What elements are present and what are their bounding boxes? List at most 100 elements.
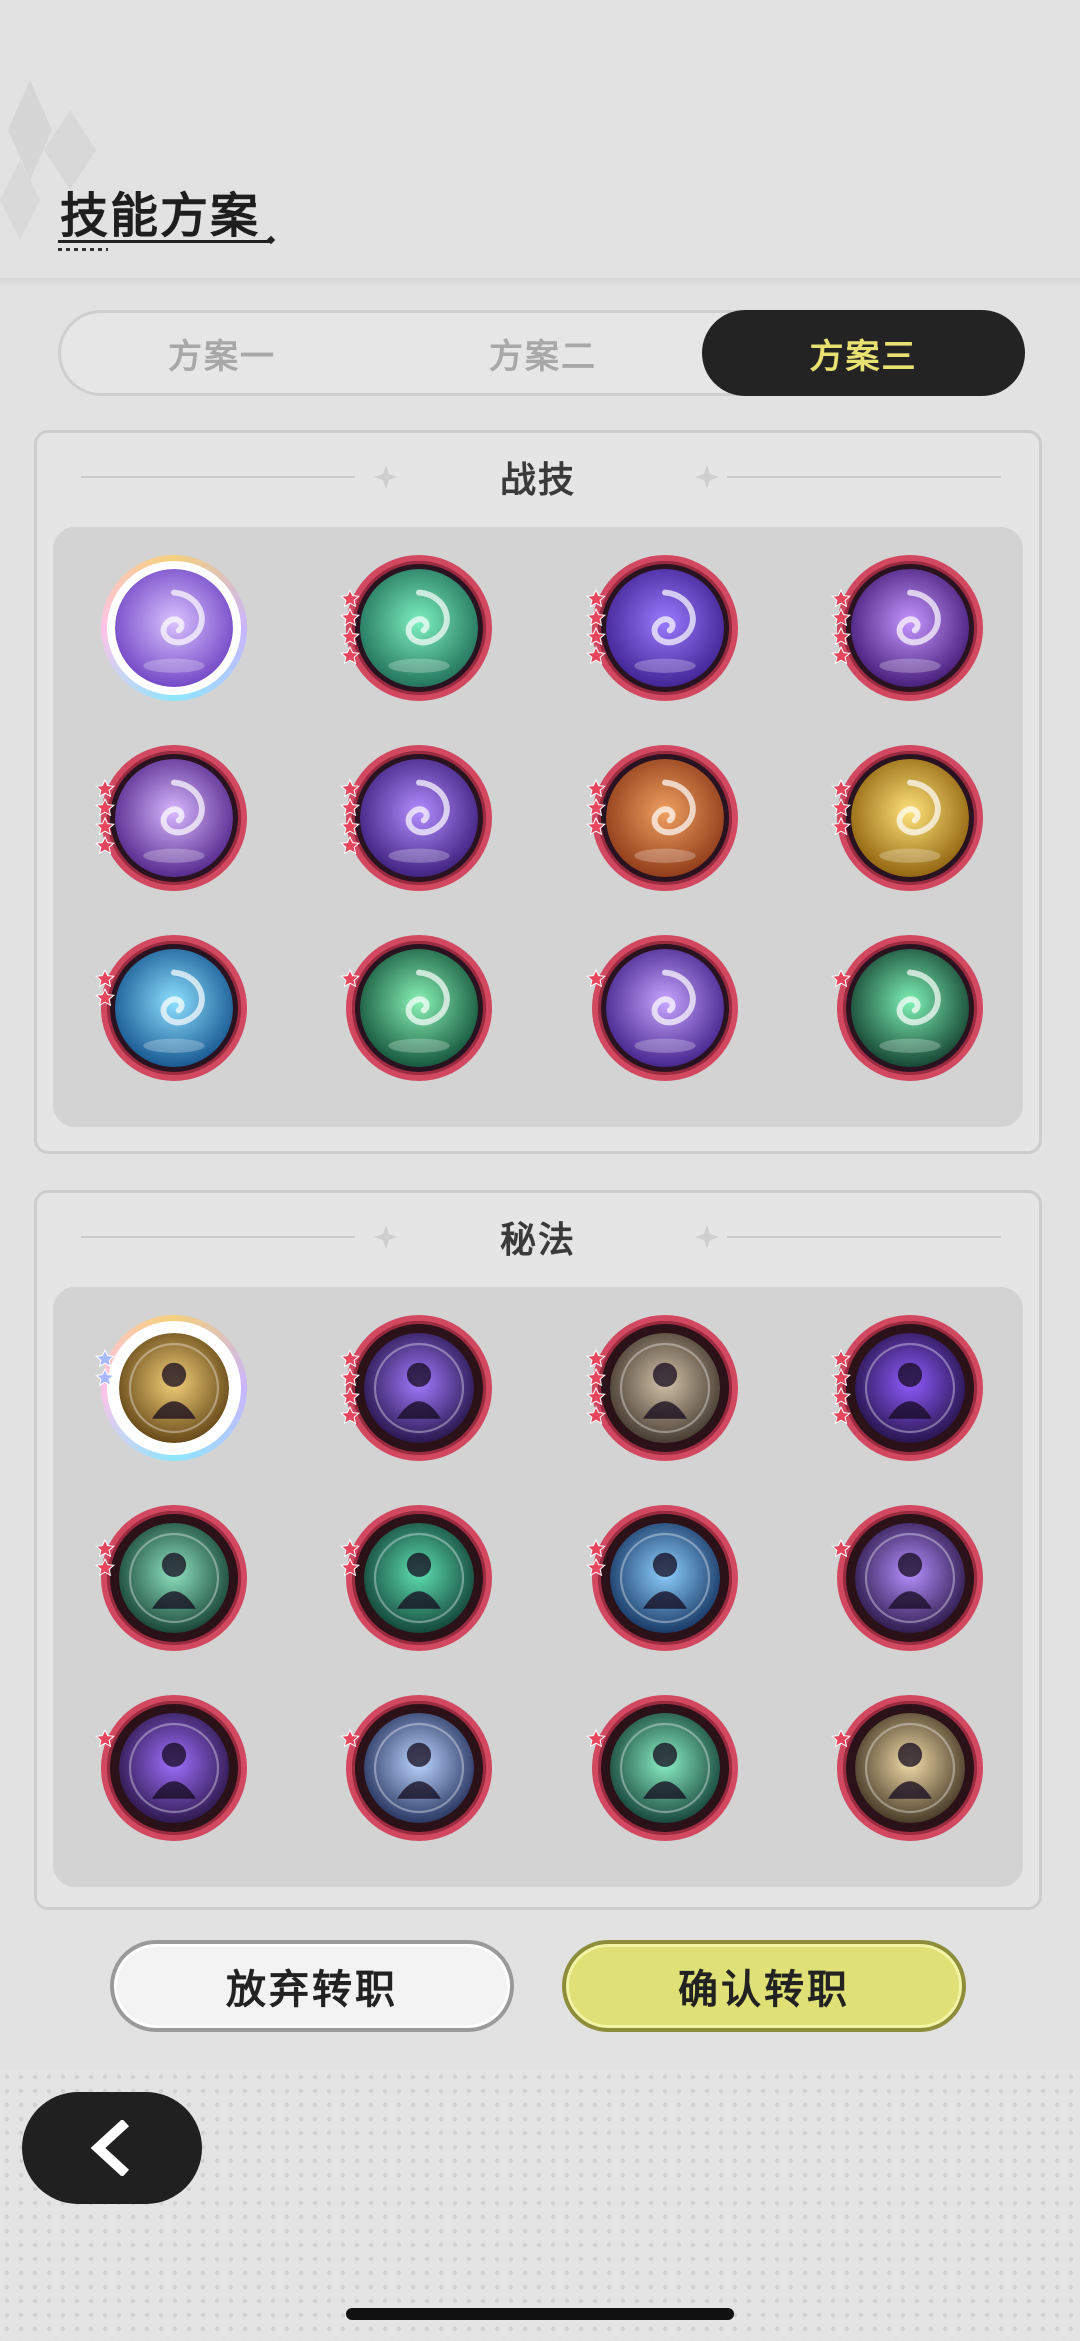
purple-spiral-flame-skill-icon[interactable] xyxy=(95,745,247,891)
gold-arrow-art-icon[interactable] xyxy=(831,1695,983,1841)
star-icon xyxy=(831,798,851,816)
icon-art xyxy=(610,1713,720,1823)
star-rating xyxy=(95,779,115,854)
green-comet-skill-icon[interactable] xyxy=(340,935,492,1081)
confirm-class-change-button[interactable]: 确认转职 xyxy=(562,1940,966,2032)
icon-art xyxy=(851,569,969,687)
golden-figure-art-icon[interactable] xyxy=(95,1315,247,1461)
star-icon xyxy=(340,627,360,645)
icon-art xyxy=(119,1333,229,1443)
green-bubbles-skill-icon[interactable] xyxy=(831,935,983,1081)
star-icon xyxy=(831,1539,851,1557)
purple-shield-skill-icon[interactable] xyxy=(340,745,492,891)
star-icon xyxy=(340,969,360,987)
combat-skills-panel: 战技 xyxy=(34,430,1042,1154)
star-icon xyxy=(340,589,360,607)
star-icon xyxy=(831,627,851,645)
sepia-figure-art-icon[interactable] xyxy=(586,1315,738,1461)
icon-art xyxy=(360,949,478,1067)
icon-art xyxy=(606,949,724,1067)
star-icon xyxy=(95,969,115,987)
icon-art xyxy=(851,759,969,877)
star-icon xyxy=(831,817,851,835)
star-rating xyxy=(831,1729,851,1747)
star-icon xyxy=(95,779,115,797)
star-icon xyxy=(586,779,606,797)
star-rating xyxy=(95,969,115,1006)
chevron-left-icon xyxy=(90,2120,130,2176)
star-icon xyxy=(586,1368,606,1386)
blue-creature-skill-icon[interactable] xyxy=(95,935,247,1081)
icon-art xyxy=(855,1523,965,1633)
star-icon xyxy=(95,988,115,1006)
star-rating xyxy=(340,1539,360,1576)
tab-plan-3[interactable]: 方案三 xyxy=(702,310,1025,396)
back-button[interactable] xyxy=(22,2092,202,2204)
star-rating xyxy=(95,1349,115,1386)
purple-flex-art-icon[interactable] xyxy=(831,1315,983,1461)
star-icon xyxy=(95,1349,115,1367)
purple-orb-art-icon[interactable] xyxy=(340,1315,492,1461)
tab-plan-2[interactable]: 方案二 xyxy=(382,313,704,393)
icon-art xyxy=(851,949,969,1067)
green-shield-art-icon[interactable] xyxy=(95,1505,247,1651)
star-icon xyxy=(340,1368,360,1386)
combat-skills-header: 战技 xyxy=(37,433,1039,519)
icon-art xyxy=(115,759,233,877)
star-icon xyxy=(586,1387,606,1405)
icon-art xyxy=(606,569,724,687)
star-icon xyxy=(340,817,360,835)
star-icon xyxy=(586,1539,606,1557)
star-icon xyxy=(586,608,606,626)
icon-art xyxy=(364,1523,474,1633)
star-icon xyxy=(340,646,360,664)
star-rating xyxy=(340,1349,360,1424)
star-rating xyxy=(340,779,360,854)
purple-heart-art-icon[interactable] xyxy=(95,1695,247,1841)
star-icon xyxy=(340,836,360,854)
sparkle-icon xyxy=(695,465,719,489)
star-rating xyxy=(586,779,606,835)
star-icon xyxy=(831,779,851,797)
star-icon xyxy=(340,1558,360,1576)
star-rating xyxy=(586,1539,606,1576)
green-meditation-skill-icon[interactable] xyxy=(340,555,492,701)
blue-crystal-art-icon[interactable] xyxy=(340,1695,492,1841)
star-icon xyxy=(831,1729,851,1747)
star-rating xyxy=(586,1349,606,1424)
secret-arts-panel: 秘法 xyxy=(34,1190,1042,1910)
golden-guardian-skill-icon[interactable] xyxy=(831,745,983,891)
orange-shrine-skill-icon[interactable] xyxy=(586,745,738,891)
star-rating xyxy=(586,969,606,987)
icon-art xyxy=(360,569,478,687)
secret-arts-grid xyxy=(53,1287,1023,1887)
star-icon xyxy=(340,1349,360,1367)
green-figure-art-icon[interactable] xyxy=(340,1505,492,1651)
secret-arts-header: 秘法 xyxy=(37,1193,1039,1279)
tab-plan-1[interactable]: 方案一 xyxy=(61,313,383,393)
home-indicator[interactable] xyxy=(346,2308,734,2320)
star-icon xyxy=(586,798,606,816)
star-rating xyxy=(831,1539,851,1557)
star-icon xyxy=(586,817,606,835)
divider-line xyxy=(727,1236,1001,1238)
star-icon xyxy=(95,1539,115,1557)
combat-skills-grid xyxy=(53,527,1023,1127)
purple-vortex-skill-icon[interactable] xyxy=(586,555,738,701)
icon-art xyxy=(610,1523,720,1633)
blue-figure-art-icon[interactable] xyxy=(586,1505,738,1651)
star-icon xyxy=(95,1729,115,1747)
purple-flower-art-icon[interactable] xyxy=(831,1505,983,1651)
star-rating xyxy=(95,1729,115,1747)
purple-star-burst-skill-icon[interactable] xyxy=(831,555,983,701)
icon-art xyxy=(855,1713,965,1823)
star-icon xyxy=(340,779,360,797)
green-gem-art-icon[interactable] xyxy=(586,1695,738,1841)
star-icon xyxy=(586,969,606,987)
abandon-class-change-button[interactable]: 放弃转职 xyxy=(110,1940,514,2032)
purple-swirl-skill-icon[interactable] xyxy=(586,935,738,1081)
star-icon xyxy=(831,1387,851,1405)
icon-art xyxy=(610,1333,720,1443)
star-rating xyxy=(95,1539,115,1576)
purple-throne-skill-icon[interactable] xyxy=(101,555,247,701)
